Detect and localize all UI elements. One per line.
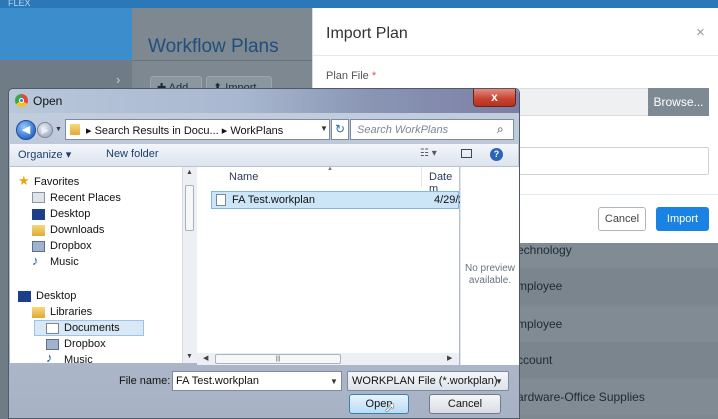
nav-recent-places[interactable]: Recent Places xyxy=(50,192,121,204)
views-icon[interactable]: ☷ ▾ xyxy=(420,148,437,159)
nav-desktop-root[interactable]: Desktop xyxy=(36,290,76,302)
desktop-icon xyxy=(18,291,31,302)
file-name: FA Test.workplan xyxy=(232,194,315,206)
nav-documents[interactable]: Documents xyxy=(64,322,120,334)
plan-file-label: Plan File * xyxy=(326,70,376,82)
open-file-dialog: Open x ◀ ▶ ▼ ▸ Search Results in Docu...… xyxy=(8,88,520,419)
nav-scrollbar[interactable]: ▲ ▼ xyxy=(182,167,197,363)
modal-header-divider xyxy=(313,55,718,56)
recent-places-icon xyxy=(32,192,45,203)
modal-title: Import Plan xyxy=(326,25,408,42)
column-separator[interactable] xyxy=(421,167,422,187)
table-row[interactable]: ardware-Office Supplies xyxy=(505,379,718,415)
table-row[interactable]: ccount xyxy=(505,342,718,378)
browse-button[interactable]: Browse... xyxy=(648,88,709,116)
column-name-header[interactable]: Name xyxy=(229,171,258,183)
folder-icon xyxy=(70,124,80,135)
page-title: Workflow Plans xyxy=(148,36,279,57)
mouse-cursor-icon: ➚ xyxy=(384,399,396,415)
address-bar[interactable]: ▸ Search Results in Docu... ▸ WorkPlans … xyxy=(65,119,330,140)
dialog-title: Open xyxy=(33,94,63,108)
open-button[interactable]: Open xyxy=(349,394,409,414)
nav-music[interactable]: Music xyxy=(50,256,79,268)
app-top-faint-text: FLEX xyxy=(8,0,31,8)
chevron-down-icon[interactable]: ▼ xyxy=(330,377,338,386)
import-submit-button[interactable]: Import xyxy=(656,207,709,231)
navigation-pane: ★ Favorites Recent Places Desktop Downlo… xyxy=(10,167,182,363)
nav-dropbox-library[interactable]: Dropbox xyxy=(64,338,106,350)
chrome-icon xyxy=(15,94,28,107)
scroll-left-icon[interactable]: ◀ xyxy=(203,354,208,362)
chevron-down-icon[interactable]: ▼ xyxy=(495,377,503,386)
libraries-icon xyxy=(32,307,45,318)
forward-arrow-icon[interactable]: ▶ xyxy=(37,122,53,138)
music-icon: ♪ xyxy=(32,253,39,268)
file-type-value: WORKPLAN File (*.workplan) xyxy=(352,375,498,387)
search-icon[interactable]: ⌕ xyxy=(497,122,504,137)
file-name-value: FA Test.workplan xyxy=(176,375,259,387)
search-placeholder: Search WorkPlans xyxy=(357,124,449,136)
nav-dropbox[interactable]: Dropbox xyxy=(50,240,92,252)
cancel-button[interactable]: Cancel xyxy=(598,207,646,231)
dropbox-icon xyxy=(32,241,45,252)
music-icon: ♪ xyxy=(46,350,53,363)
file-list: ▲ Name Date m FA Test.workplan 4/29/20 xyxy=(197,166,471,353)
file-list-hscrollbar[interactable]: ◀ ||| ▶ xyxy=(197,353,459,365)
nav-desktop[interactable]: Desktop xyxy=(50,208,90,220)
star-icon: ★ xyxy=(18,173,30,188)
nav-libraries[interactable]: Libraries xyxy=(50,306,92,318)
close-icon[interactable]: × xyxy=(696,24,705,41)
scroll-thumb[interactable] xyxy=(185,185,194,231)
new-folder-button[interactable]: New folder xyxy=(106,148,159,160)
back-arrow-icon[interactable]: ◀ xyxy=(16,120,36,140)
address-path[interactable]: ▸ Search Results in Docu... ▸ WorkPlans xyxy=(86,124,283,137)
scroll-down-icon[interactable]: ▼ xyxy=(186,353,193,360)
required-mark: * xyxy=(371,70,377,82)
history-dropdown-icon[interactable]: ▼ xyxy=(55,126,62,133)
sort-arrow-icon: ▲ xyxy=(327,166,333,172)
scroll-right-icon[interactable]: ▶ xyxy=(447,354,452,362)
preview-pane-icon[interactable] xyxy=(461,149,472,158)
downloads-icon xyxy=(32,225,45,236)
hscroll-thumb[interactable]: ||| xyxy=(215,354,341,364)
table-row[interactable]: mployee xyxy=(505,268,718,304)
nav-music-library[interactable]: Music xyxy=(64,354,93,363)
help-icon[interactable]: ? xyxy=(490,148,503,161)
plan-file-label-text: Plan File xyxy=(326,70,369,82)
dialog-toolbar: Organize ▾ New folder ☷ ▾ ? xyxy=(10,144,518,167)
dialog-close-button[interactable]: x xyxy=(473,89,516,107)
preview-pane: No preview available. xyxy=(460,167,519,365)
dialog-cancel-button[interactable]: Cancel xyxy=(429,394,501,414)
file-type-select[interactable]: WORKPLAN File (*.workplan) ▼ xyxy=(347,371,509,391)
file-name-field[interactable]: FA Test.workplan ▼ xyxy=(172,371,342,391)
file-row[interactable]: FA Test.workplan 4/29/20 xyxy=(211,191,471,209)
scroll-up-icon[interactable]: ▲ xyxy=(186,169,193,176)
app-top-strip xyxy=(0,0,718,8)
dialog-titlebar[interactable] xyxy=(9,89,519,113)
file-icon xyxy=(216,194,226,206)
nav-favorites[interactable]: Favorites xyxy=(34,176,79,188)
chevron-down-icon[interactable]: ▼ xyxy=(320,124,328,133)
organize-menu[interactable]: Organize ▾ xyxy=(18,148,71,161)
documents-icon xyxy=(46,323,59,334)
dropbox-icon xyxy=(46,339,59,350)
search-input[interactable]: Search WorkPlans ⌕ xyxy=(350,119,514,140)
table-row[interactable]: mployee xyxy=(505,306,718,342)
desktop-icon xyxy=(32,209,45,220)
preview-message: No preview available. xyxy=(464,263,516,286)
nav-downloads[interactable]: Downloads xyxy=(50,224,104,236)
sidebar-chevron-icon[interactable]: › xyxy=(116,72,120,87)
file-name-label: File name: xyxy=(119,375,171,387)
refresh-icon[interactable]: ↻ xyxy=(331,119,349,140)
